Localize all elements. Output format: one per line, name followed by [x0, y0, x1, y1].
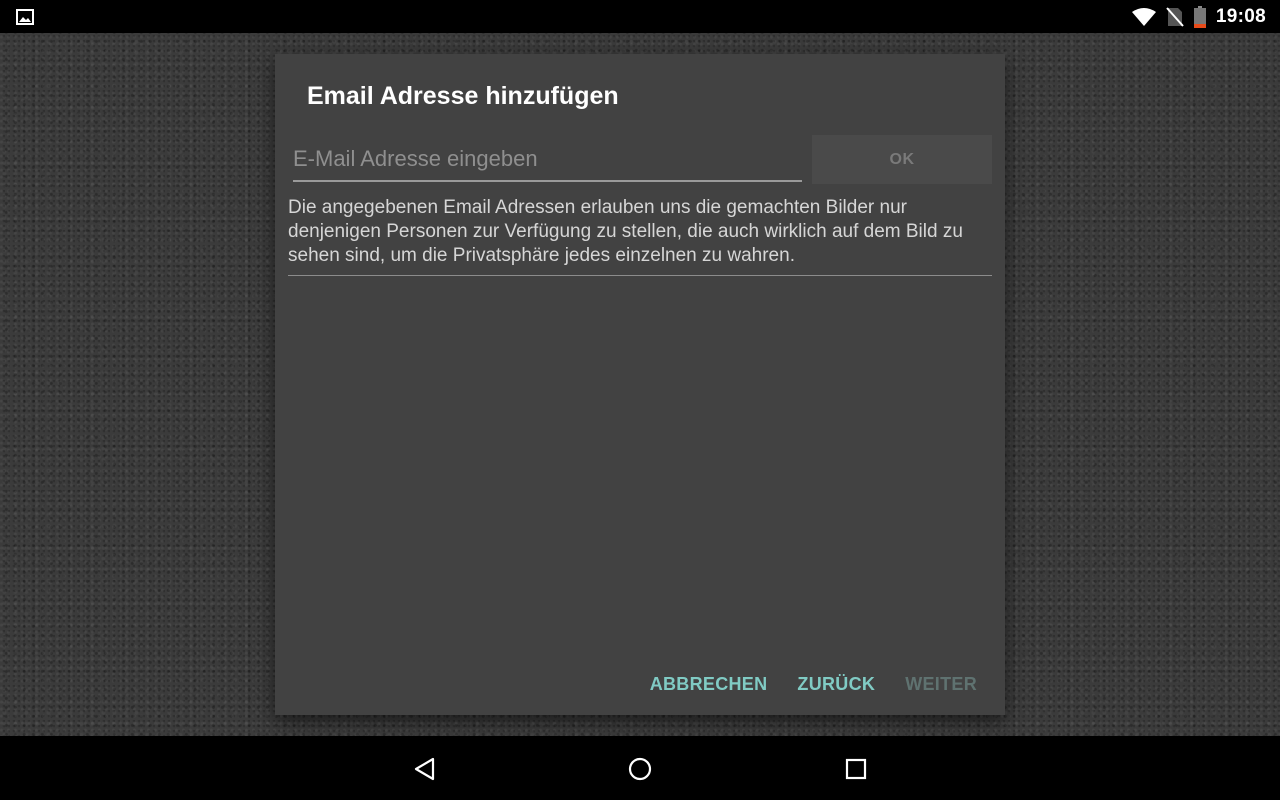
info-text: Die angegebenen Email Adressen erlauben …: [288, 197, 963, 266]
home-icon[interactable]: [627, 756, 653, 782]
status-time: 19:08: [1215, 5, 1266, 27]
add-email-dialog: Email Adresse hinzufügen OK Die angegebe…: [275, 54, 1005, 715]
status-bar: 19:08: [0, 0, 1280, 33]
next-button[interactable]: WEITER: [905, 674, 977, 695]
recents-icon[interactable]: [843, 756, 869, 782]
no-sim-icon: [1166, 6, 1184, 27]
dialog-actions: ABBRECHEN ZURÜCK WEITER: [650, 674, 977, 695]
cancel-button[interactable]: ABBRECHEN: [650, 674, 768, 695]
image-notification-icon: [16, 8, 34, 25]
email-input[interactable]: [293, 142, 802, 182]
wifi-icon: [1131, 7, 1156, 26]
battery-low-icon: [1193, 5, 1206, 28]
back-icon[interactable]: [412, 756, 438, 782]
email-list: [288, 278, 992, 648]
back-button[interactable]: ZURÜCK: [797, 674, 875, 695]
divider: [288, 275, 992, 276]
dialog-title: Email Adresse hinzufügen: [307, 82, 619, 110]
navigation-bar: [0, 736, 1280, 800]
ok-button[interactable]: OK: [812, 135, 992, 184]
